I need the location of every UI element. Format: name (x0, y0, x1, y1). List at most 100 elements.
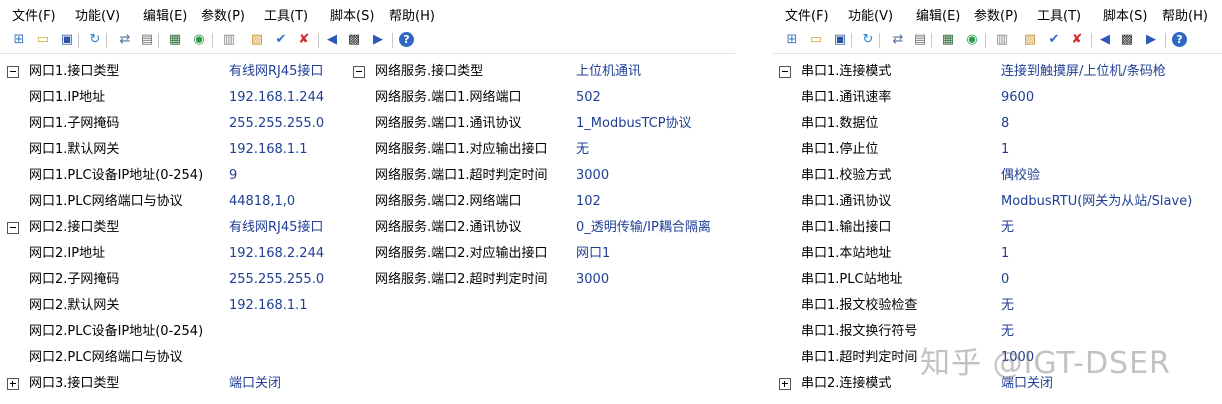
serial-param-value[interactable]: 0 (1001, 269, 1009, 291)
menu-item[interactable]: 脚本(S) (330, 5, 374, 24)
globe-icon[interactable]: ◉ (190, 31, 208, 49)
service-param-key[interactable]: 网络服务.端口2.通讯协议 (375, 217, 522, 239)
serial-param-key[interactable]: 串口1.停止位 (801, 139, 878, 161)
service-param-value[interactable]: 无 (576, 139, 589, 161)
menu-item[interactable]: 参数(P) (201, 5, 245, 24)
connect-icon[interactable]: ⇄ (116, 31, 134, 49)
network-tree-icon[interactable]: ⊞ (10, 31, 28, 49)
serial-param-value[interactable]: 无 (1001, 217, 1014, 239)
network-param-value[interactable]: 192.168.1.244 (229, 87, 324, 109)
grid-icon[interactable]: ▥ (220, 31, 238, 49)
serial-param-key[interactable]: 串口2.连接模式 (801, 373, 891, 395)
serial-param-key[interactable]: 串口1.输出接口 (801, 217, 891, 239)
menu-item[interactable]: 帮助(H) (1162, 5, 1208, 24)
next-icon[interactable]: ▶ (1142, 31, 1160, 49)
service-param-key[interactable]: 网络服务.端口1.通讯协议 (375, 113, 522, 135)
qc-icon[interactable]: ▩ (1118, 31, 1136, 49)
network-param-value[interactable]: 端口关闭 (229, 373, 281, 395)
menu-item[interactable]: 文件(F) (12, 5, 56, 24)
serial-param-key[interactable]: 串口1.校验方式 (801, 165, 891, 187)
serial-param-key[interactable]: 串口1.通讯协议 (801, 191, 891, 213)
network-param-value[interactable]: 255.255.255.0 (229, 269, 324, 291)
service-param-value[interactable]: 3000 (576, 269, 609, 291)
service-param-key[interactable]: 网络服务.端口1.超时判定时间 (375, 165, 548, 187)
menu-item[interactable]: 脚本(S) (1103, 5, 1147, 24)
network-param-value[interactable]: 44818,1,0 (229, 191, 295, 213)
collapse-icon[interactable] (353, 66, 365, 78)
network-param-key[interactable]: 网口2.IP地址 (29, 243, 105, 265)
expand-icon[interactable] (7, 378, 19, 390)
service-param-key[interactable]: 网络服务.端口2.网络端口 (375, 191, 522, 213)
globe-icon[interactable]: ◉ (963, 31, 981, 49)
serial-param-value[interactable]: 无 (1001, 295, 1014, 317)
menu-item[interactable]: 帮助(H) (389, 5, 435, 24)
serial-param-value[interactable]: ModbusRTU(网关为从站/Slave) (1001, 191, 1192, 213)
network-param-key[interactable]: 网口1.IP地址 (29, 87, 105, 109)
network-param-key[interactable]: 网口3.接口类型 (29, 373, 119, 395)
serial-param-key[interactable]: 串口1.报文换行符号 (801, 321, 917, 343)
refresh-icon[interactable]: ↻ (859, 31, 877, 49)
network-param-key[interactable]: 网口1.子网掩码 (29, 113, 119, 135)
folder-config-icon[interactable]: ▧ (248, 31, 266, 49)
terminal-icon[interactable]: ▦ (166, 31, 184, 49)
save-icon[interactable]: ▣ (831, 31, 849, 49)
close-icon[interactable]: ✘ (1068, 31, 1086, 49)
serial-param-key[interactable]: 串口1.本站地址 (801, 243, 891, 265)
serial-param-key[interactable]: 串口1.数据位 (801, 113, 878, 135)
service-param-value[interactable]: 102 (576, 191, 601, 213)
serial-param-key[interactable]: 串口1.报文校验检查 (801, 295, 917, 317)
network-param-value[interactable]: 有线网RJ45接口 (229, 61, 323, 83)
serial-param-value[interactable]: 1 (1001, 139, 1009, 161)
open-folder-icon[interactable]: ▭ (807, 31, 825, 49)
next-icon[interactable]: ▶ (369, 31, 387, 49)
expand-icon[interactable] (779, 378, 791, 390)
open-folder-icon[interactable]: ▭ (34, 31, 52, 49)
menu-item[interactable]: 功能(V) (75, 5, 120, 24)
network-param-value[interactable]: 9 (229, 165, 237, 187)
collapse-icon[interactable] (7, 222, 19, 234)
service-param-key[interactable]: 网络服务.端口2.对应输出接口 (375, 243, 548, 265)
serial-param-key[interactable]: 串口1.通讯速率 (801, 87, 891, 109)
serial-param-value[interactable]: 偶校验 (1001, 165, 1040, 187)
network-param-value[interactable]: 192.168.1.1 (229, 139, 308, 161)
network-param-value[interactable]: 192.168.2.244 (229, 243, 324, 265)
network-tree-icon[interactable]: ⊞ (783, 31, 801, 49)
network-param-key[interactable]: 网口2.默认网关 (29, 295, 119, 317)
network-param-key[interactable]: 网口2.PLC设备IP地址(0-254) (29, 321, 203, 343)
monitor-icon[interactable]: ▤ (911, 31, 929, 49)
network-param-key[interactable]: 网口1.PLC设备IP地址(0-254) (29, 165, 203, 187)
save-icon[interactable]: ▣ (58, 31, 76, 49)
refresh-icon[interactable]: ↻ (86, 31, 104, 49)
service-param-key[interactable]: 网络服务.端口1.网络端口 (375, 87, 522, 109)
serial-param-value[interactable]: 1 (1001, 243, 1009, 265)
service-param-value[interactable]: 网口1 (576, 243, 610, 265)
close-icon[interactable]: ✘ (295, 31, 313, 49)
network-param-key[interactable]: 网口2.接口类型 (29, 217, 119, 239)
serial-param-key[interactable]: 串口1.超时判定时间 (801, 347, 917, 369)
menu-item[interactable]: 功能(V) (848, 5, 893, 24)
serial-param-value[interactable]: 连接到触摸屏/上位机/条码枪 (1001, 61, 1166, 83)
service-param-value[interactable]: 502 (576, 87, 601, 109)
network-param-value[interactable]: 192.168.1.1 (229, 295, 308, 317)
menu-item[interactable]: 参数(P) (974, 5, 1018, 24)
menu-item[interactable]: 工具(T) (1037, 5, 1081, 24)
service-param-value[interactable]: 3000 (576, 165, 609, 187)
serial-param-key[interactable]: 串口1.PLC站地址 (801, 269, 903, 291)
network-param-key[interactable]: 网口1.PLC网络端口与协议 (29, 191, 183, 213)
network-param-value[interactable]: 255.255.255.0 (229, 113, 324, 135)
monitor-icon[interactable]: ▤ (138, 31, 156, 49)
connect-icon[interactable]: ⇄ (889, 31, 907, 49)
menu-item[interactable]: 文件(F) (785, 5, 829, 24)
help-icon[interactable]: ? (399, 32, 414, 47)
prev-icon[interactable]: ◀ (323, 31, 341, 49)
qc-icon[interactable]: ▩ (345, 31, 363, 49)
menu-item[interactable]: 编辑(E) (143, 5, 187, 24)
service-param-key[interactable]: 网络服务.接口类型 (375, 61, 483, 83)
check-icon[interactable]: ✔ (1045, 31, 1063, 49)
prev-icon[interactable]: ◀ (1096, 31, 1114, 49)
serial-param-key[interactable]: 串口1.连接模式 (801, 61, 891, 83)
service-param-key[interactable]: 网络服务.端口2.超时判定时间 (375, 269, 548, 291)
check-icon[interactable]: ✔ (272, 31, 290, 49)
service-param-value[interactable]: 1_ModbusTCP协议 (576, 113, 692, 135)
network-param-key[interactable]: 网口1.默认网关 (29, 139, 119, 161)
